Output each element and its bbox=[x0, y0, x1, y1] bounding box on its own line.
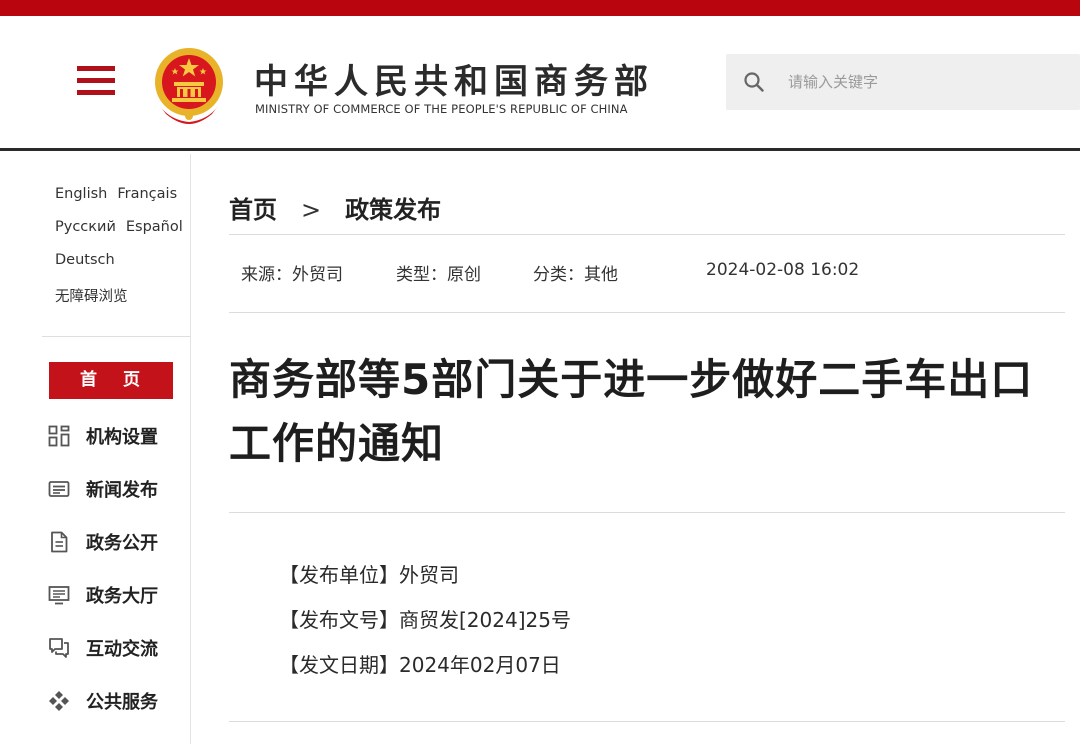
diamond-arrows-icon bbox=[49, 691, 69, 711]
nav-item-label: 新闻发布 bbox=[86, 480, 158, 501]
nav-item-label: 公共服务 bbox=[86, 692, 158, 713]
info-doc-number: 【发布文号】商贸发[2024]25号 bbox=[279, 608, 571, 632]
divider bbox=[229, 721, 1065, 722]
article-title: 商务部等5部门关于进一步做好二手车出口工作的通知 bbox=[229, 355, 1034, 468]
divider bbox=[229, 312, 1065, 313]
accessibility-link[interactable]: 无障碍浏览 bbox=[55, 285, 128, 306]
site-title[interactable]: 中华人民共和国商务部 bbox=[254, 54, 654, 103]
nav-item-label: 机构设置 bbox=[86, 427, 158, 448]
meta-datetime: 2024-02-08 16:02 bbox=[706, 260, 860, 280]
sidebar-divider bbox=[42, 336, 190, 337]
nav-item-organization[interactable]: 机构设置 bbox=[48, 422, 188, 450]
search-input[interactable] bbox=[788, 68, 1068, 96]
breadcrumb-current-link[interactable]: 政策发布 bbox=[345, 196, 441, 224]
lang-english-link[interactable]: English bbox=[55, 186, 107, 202]
nav-item-interaction[interactable]: 互动交流 bbox=[48, 634, 188, 662]
breadcrumb-home-link[interactable]: 首页 bbox=[229, 196, 277, 224]
lang-spanish-link[interactable]: Español bbox=[126, 219, 183, 235]
search-box[interactable] bbox=[726, 54, 1080, 110]
menu-bar bbox=[77, 78, 115, 83]
info-issuer: 【发布单位】外贸司 bbox=[279, 563, 459, 587]
chat-icon bbox=[49, 638, 69, 658]
grid-icon bbox=[48, 425, 70, 447]
sidebar: English Français Русский Español Deutsch 无… bbox=[0, 154, 191, 744]
monitor-icon bbox=[48, 586, 70, 605]
language-row: Русский Español bbox=[55, 219, 193, 235]
divider bbox=[229, 512, 1065, 513]
site-header: 中华人民共和国商务部 MINISTRY OF COMMERCE OF THE P… bbox=[0, 16, 1080, 151]
nav-item-news[interactable]: 新闻发布 bbox=[48, 475, 188, 503]
menu-bar bbox=[77, 66, 115, 71]
top-red-bar bbox=[0, 0, 1080, 16]
newspaper-icon bbox=[48, 481, 70, 497]
nav-item-label: 政务大厅 bbox=[86, 586, 158, 607]
divider bbox=[229, 234, 1065, 235]
breadcrumb-separator: > bbox=[301, 196, 322, 224]
breadcrumb: 首页 > 政策发布 bbox=[229, 190, 441, 225]
lang-russian-link[interactable]: Русский bbox=[55, 219, 116, 235]
meta-source: 来源：外贸司 bbox=[241, 265, 343, 285]
meta-category: 分类：其他 bbox=[533, 265, 618, 285]
national-emblem-icon[interactable] bbox=[150, 44, 228, 126]
document-icon bbox=[51, 531, 68, 553]
nav-item-public-service[interactable]: 公共服务 bbox=[48, 687, 188, 715]
nav-item-label: 互动交流 bbox=[86, 639, 158, 660]
lang-french-link[interactable]: Français bbox=[117, 186, 177, 202]
nav-home-button[interactable]: 首 页 bbox=[49, 362, 173, 399]
info-issue-date: 【发文日期】2024年02月07日 bbox=[279, 653, 561, 677]
nav-item-label: 政务公开 bbox=[86, 533, 158, 554]
nav-item-service-hall[interactable]: 政务大厅 bbox=[48, 581, 188, 609]
meta-type: 类型：原创 bbox=[396, 265, 481, 285]
language-row: Deutsch bbox=[55, 252, 125, 268]
nav-item-gov-affairs[interactable]: 政务公开 bbox=[48, 528, 188, 556]
search-icon[interactable] bbox=[743, 71, 765, 93]
language-row: English Français bbox=[55, 186, 187, 202]
lang-german-link[interactable]: Deutsch bbox=[55, 252, 115, 268]
menu-button[interactable] bbox=[77, 66, 115, 96]
site-subtitle: MINISTRY OF COMMERCE OF THE PEOPLE'S REP… bbox=[255, 102, 628, 116]
menu-bar bbox=[77, 90, 115, 95]
